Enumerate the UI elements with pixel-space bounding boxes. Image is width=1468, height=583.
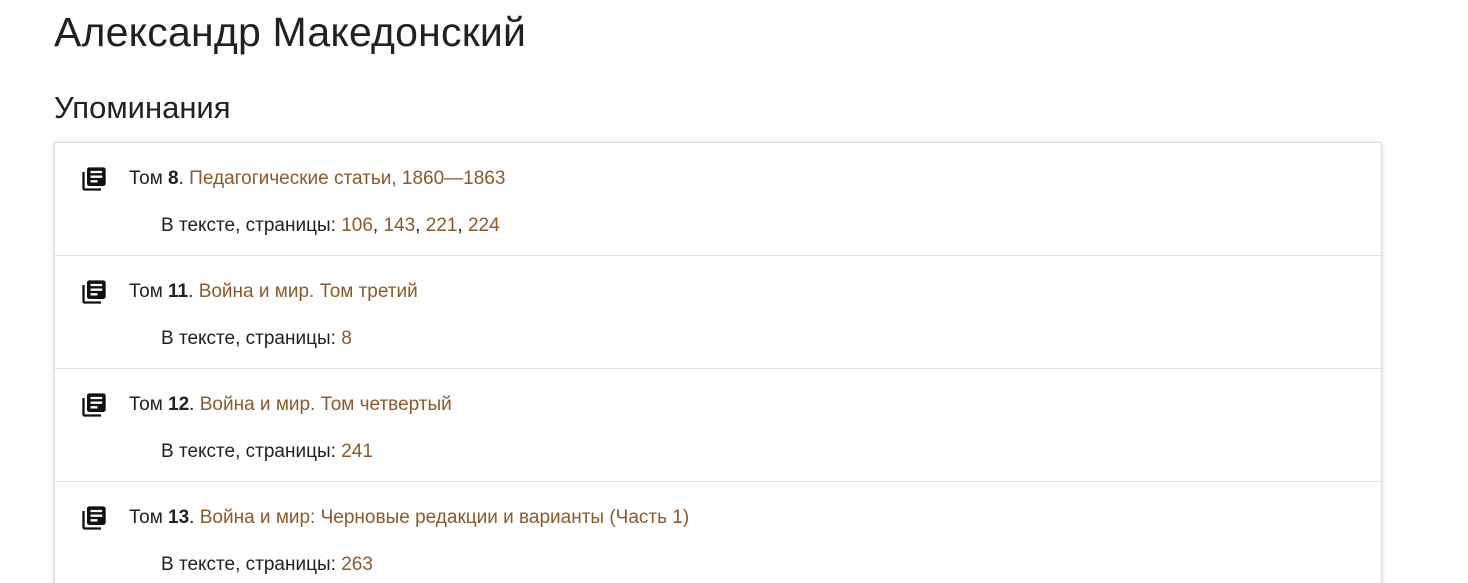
page-separator: ,: [457, 215, 468, 236]
mention-header: Том 8. Педагогические статьи, 1860—1863: [129, 167, 505, 191]
mention-header: Том 11. Война и мир. Том третий: [129, 280, 418, 304]
pages-label: В тексте, страницы:: [161, 554, 342, 575]
pages-label: В тексте, страницы:: [161, 215, 342, 236]
mention-pages: В тексте, страницы: 106, 143, 221, 224: [161, 214, 500, 238]
mention-header: Том 12. Война и мир. Том четвертый: [129, 393, 452, 417]
volume-prefix: Том: [129, 168, 169, 189]
library-books-icon: [80, 278, 108, 306]
mentions-list: Том 8. Педагогические статьи, 1860—1863 …: [54, 142, 1382, 583]
page-link[interactable]: 221: [426, 215, 458, 236]
page-link[interactable]: 106: [341, 215, 373, 236]
list-item: Том 11. Война и мир. Том третий В тексте…: [55, 256, 1381, 369]
volume-prefix: Том: [129, 507, 169, 528]
volume-separator: .: [189, 507, 200, 528]
page-separator: ,: [372, 215, 384, 236]
work-title-link[interactable]: Война и мир. Том четвертый: [200, 394, 452, 415]
page-link[interactable]: 241: [341, 441, 373, 462]
list-item: Том 12. Война и мир. Том четвертый В тек…: [55, 369, 1381, 482]
volume-separator: .: [189, 394, 200, 415]
section-title-mentions: Упоминания: [54, 90, 231, 125]
library-books-icon: [80, 391, 108, 419]
volume-number: 11: [168, 281, 189, 302]
pages-label: В тексте, страницы:: [161, 328, 342, 349]
library-books-icon: [80, 504, 108, 532]
page-link[interactable]: 263: [341, 554, 373, 575]
volume-prefix: Том: [129, 281, 169, 302]
mention-pages: В тексте, страницы: 241: [161, 440, 373, 464]
list-item: Том 13. Война и мир: Черновые редакции и…: [55, 482, 1381, 583]
pages-label: В тексте, страницы:: [161, 441, 342, 462]
mention-header: Том 13. Война и мир: Черновые редакции и…: [129, 506, 689, 530]
volume-number: 12: [168, 394, 190, 415]
volume-number: 8: [168, 168, 179, 189]
work-title-link[interactable]: Педагогические статьи, 1860—1863: [189, 168, 505, 189]
volume-separator: .: [188, 281, 199, 302]
mention-pages: В тексте, страницы: 263: [161, 553, 373, 577]
volume-separator: .: [178, 168, 190, 189]
work-title-link[interactable]: Война и мир. Том третий: [199, 281, 418, 302]
mention-pages: В тексте, страницы: 8: [161, 327, 352, 351]
page-title: Александр Македонский: [54, 9, 527, 55]
page-separator: ,: [415, 215, 426, 236]
page-link[interactable]: 143: [383, 215, 415, 236]
page: Александр Македонский Упоминания Том 8. …: [54, 0, 1382, 583]
page-link[interactable]: 8: [341, 328, 352, 349]
library-books-icon: [80, 165, 108, 193]
page-link[interactable]: 224: [468, 215, 500, 236]
work-title-link[interactable]: Война и мир: Черновые редакции и вариант…: [200, 507, 689, 528]
volume-number: 13: [168, 507, 190, 528]
list-item: Том 8. Педагогические статьи, 1860—1863 …: [55, 143, 1381, 256]
volume-prefix: Том: [129, 394, 169, 415]
